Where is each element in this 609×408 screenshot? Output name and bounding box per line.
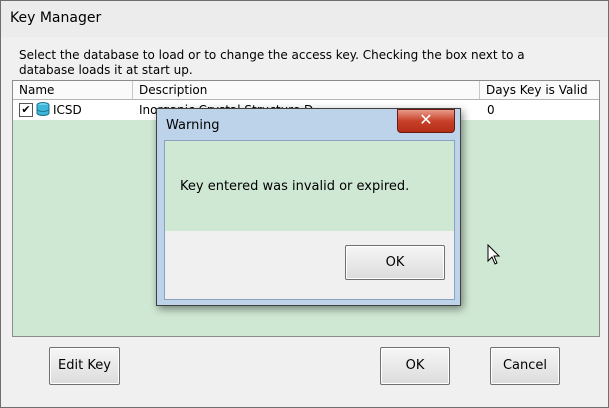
dialog-message: Key entered was invalid or expired.	[180, 179, 410, 194]
checkbox-checked-icon[interactable]: ✔	[19, 103, 33, 117]
window-title: Key Manager	[10, 10, 102, 26]
dialog-ok-button[interactable]: OK	[345, 245, 445, 280]
title-bar[interactable]: Key Manager	[1, 1, 608, 37]
dialog-title: Warning	[166, 118, 220, 133]
list-header: Name Description Days Key is Valid	[13, 81, 599, 100]
dialog-message-area: Key entered was invalid or expired.	[165, 141, 454, 231]
close-icon[interactable]: ✕	[397, 109, 455, 133]
column-header-description[interactable]: Description	[133, 81, 480, 99]
instructions-text: Select the database to load or to change…	[19, 48, 525, 77]
cancel-button[interactable]: Cancel	[490, 347, 560, 385]
mouse-cursor-icon	[487, 244, 501, 265]
warning-dialog: Warning ✕ Key entered was invalid or exp…	[156, 108, 461, 306]
row-name: ICSD	[53, 103, 82, 117]
ok-button[interactable]: OK	[380, 347, 450, 385]
column-header-name[interactable]: Name	[13, 81, 133, 99]
database-icon	[36, 102, 50, 116]
dialog-body: Key entered was invalid or expired. OK	[164, 140, 455, 300]
row-days-valid: 0	[487, 103, 495, 117]
edit-key-button[interactable]: Edit Key	[49, 347, 120, 385]
column-header-days-valid[interactable]: Days Key is Valid	[480, 81, 599, 99]
